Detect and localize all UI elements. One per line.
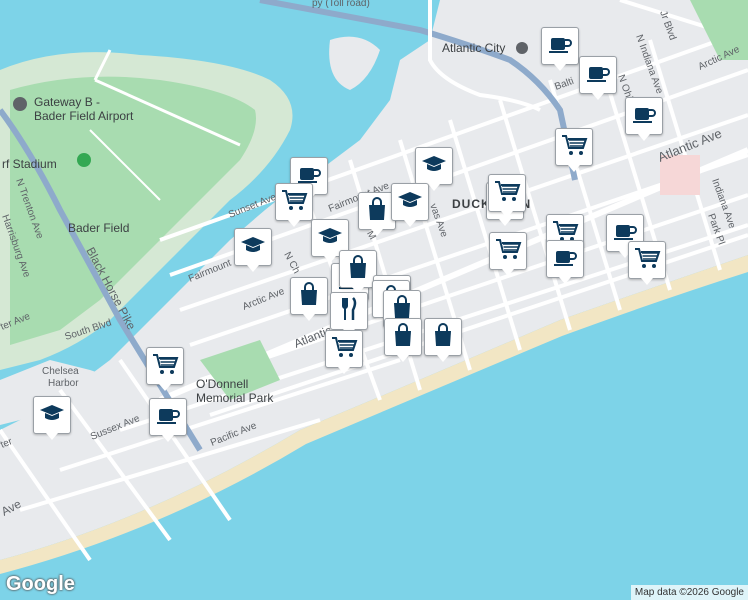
coffee-pin[interactable] bbox=[625, 97, 663, 141]
school-icon bbox=[38, 399, 66, 432]
google-logo[interactable]: Google bbox=[6, 573, 75, 596]
city-label: Atlantic City bbox=[442, 41, 505, 55]
coffee-icon bbox=[546, 30, 574, 63]
chelsea-harbor-label1: Chelsea bbox=[42, 366, 79, 377]
coffee-icon bbox=[630, 100, 658, 133]
school-icon bbox=[396, 186, 424, 219]
grocery-pin[interactable] bbox=[489, 232, 527, 276]
cart-icon bbox=[493, 177, 521, 210]
grocery-pin[interactable] bbox=[555, 128, 593, 172]
airport-label-line1: Gateway B - bbox=[34, 95, 100, 109]
cart-icon bbox=[560, 131, 588, 164]
cart-icon bbox=[494, 235, 522, 268]
chelsea-harbor-label2: Harbor bbox=[48, 378, 79, 389]
school-pin[interactable] bbox=[415, 147, 453, 191]
grocery-pin[interactable] bbox=[488, 174, 526, 218]
train-station-icon[interactable] bbox=[516, 42, 528, 54]
cart-icon bbox=[280, 186, 308, 219]
bag-icon bbox=[344, 253, 372, 286]
coffee-icon bbox=[154, 401, 182, 434]
school-pin[interactable] bbox=[234, 228, 272, 272]
coffee-pin[interactable] bbox=[546, 240, 584, 284]
school-pin[interactable] bbox=[391, 183, 429, 227]
road-label-toll: py (Toll road) bbox=[312, 0, 370, 9]
bader-field-label: Bader Field bbox=[68, 221, 129, 235]
shopping-pin[interactable] bbox=[290, 277, 328, 321]
bag-icon bbox=[295, 280, 323, 313]
shopping-pin[interactable] bbox=[384, 318, 422, 362]
cart-icon bbox=[330, 333, 358, 366]
bag-icon bbox=[429, 321, 457, 354]
airport-icon[interactable] bbox=[13, 97, 27, 111]
grocery-pin[interactable] bbox=[628, 241, 666, 285]
airport-label-line2: Bader Field Airport bbox=[34, 109, 134, 123]
bag-icon bbox=[389, 321, 417, 354]
odonnell-label1: O'Donnell bbox=[196, 377, 248, 391]
bag-icon bbox=[363, 195, 391, 228]
school-pin[interactable] bbox=[33, 396, 71, 440]
school-icon bbox=[420, 150, 448, 183]
odonnell-label2: Memorial Park bbox=[196, 391, 274, 405]
stadium-label: rf Stadium bbox=[2, 157, 57, 171]
coffee-pin[interactable] bbox=[579, 56, 617, 100]
coffee-pin[interactable] bbox=[149, 398, 187, 442]
map-attribution[interactable]: Map data ©2026 Google bbox=[630, 585, 748, 600]
cart-icon bbox=[151, 350, 179, 383]
school-icon bbox=[239, 231, 267, 264]
restaurant-icon bbox=[335, 295, 363, 328]
cart-icon bbox=[633, 244, 661, 277]
shopping-pin[interactable] bbox=[424, 318, 462, 362]
grocery-pin[interactable] bbox=[275, 183, 313, 227]
coffee-icon bbox=[584, 59, 612, 92]
coffee-icon bbox=[551, 243, 579, 276]
stadium-icon[interactable] bbox=[77, 153, 91, 167]
grocery-pin[interactable] bbox=[325, 330, 363, 374]
grocery-pin[interactable] bbox=[146, 347, 184, 391]
coffee-pin[interactable] bbox=[541, 27, 579, 71]
restaurant-pin[interactable] bbox=[330, 292, 368, 336]
